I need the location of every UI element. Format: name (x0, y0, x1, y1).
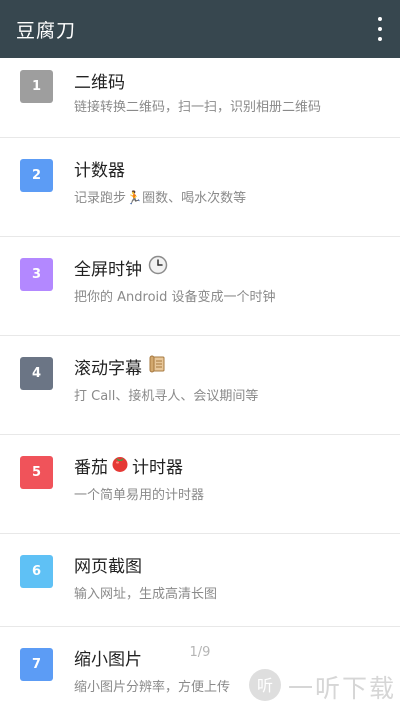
list-item-fullscreen-clock[interactable]: 3 全屏时钟 把你的 Android 设备变成一个时钟 (0, 237, 400, 336)
list-item-qrcode[interactable]: 1 二维码 链接转换二维码，扫一扫，识别相册二维码 (0, 58, 400, 138)
item-subtitle: 链接转换二维码，扫一扫，识别相册二维码 (74, 100, 322, 115)
list-item-counter[interactable]: 2 计数器 记录跑步🏃圈数、喝水次数等 (0, 138, 400, 237)
watermark: 听 一听下载 (248, 668, 396, 706)
item-subtitle: 缩小图片分辨率，方便上传 (74, 680, 231, 695)
item-subtitle: 记录跑步🏃圈数、喝水次数等 (74, 191, 247, 206)
item-number-badge: 3 (20, 258, 53, 291)
app-title: 豆腐刀 (16, 19, 77, 42)
item-number-badge: 5 (20, 456, 53, 489)
item-number-badge: 4 (20, 357, 53, 390)
scroll-icon (148, 354, 168, 379)
item-number-badge: 6 (20, 555, 53, 588)
svg-text:听: 听 (257, 676, 273, 695)
more-vert-icon[interactable] (372, 17, 388, 41)
watermark-text: 一听下载 (287, 674, 396, 703)
list-item-web-screenshot[interactable]: 6 网页截图 输入网址，生成高清长图 (0, 534, 400, 627)
item-title: 网页截图 (74, 557, 142, 577)
item-title-part-b: 计时器 (132, 458, 183, 478)
item-subtitle: 打 Call、接机寻人、会议期间等 (74, 389, 259, 404)
item-title-part-a: 番茄 (74, 458, 108, 478)
item-title: 计数器 (74, 161, 125, 181)
list-item-scrolling-subtitle[interactable]: 4 滚动字幕 打 Call、接机寻人、会议期间等 (0, 336, 400, 435)
yiting-logo-icon: 听 (248, 668, 282, 706)
list-item-pomodoro[interactable]: 5 番茄 计时器 一个简单易用的计时器 (0, 435, 400, 534)
app-bar: 豆腐刀 (0, 0, 400, 58)
tool-list: 1 二维码 链接转换二维码，扫一扫，识别相册二维码 2 计数器 记录跑步🏃圈数、… (0, 58, 400, 726)
item-subtitle: 输入网址，生成高清长图 (74, 587, 218, 602)
item-subtitle: 把你的 Android 设备变成一个时钟 (74, 290, 276, 305)
item-number-badge: 2 (20, 159, 53, 192)
item-subtitle: 一个简单易用的计时器 (74, 488, 205, 503)
tomato-icon (110, 453, 130, 478)
clock-icon (148, 255, 168, 280)
page-indicator: 1/9 (189, 645, 211, 660)
item-title: 二维码 (74, 73, 125, 93)
item-title: 滚动字幕 (74, 359, 142, 379)
item-title: 全屏时钟 (74, 260, 142, 280)
item-number-badge: 1 (20, 70, 53, 103)
